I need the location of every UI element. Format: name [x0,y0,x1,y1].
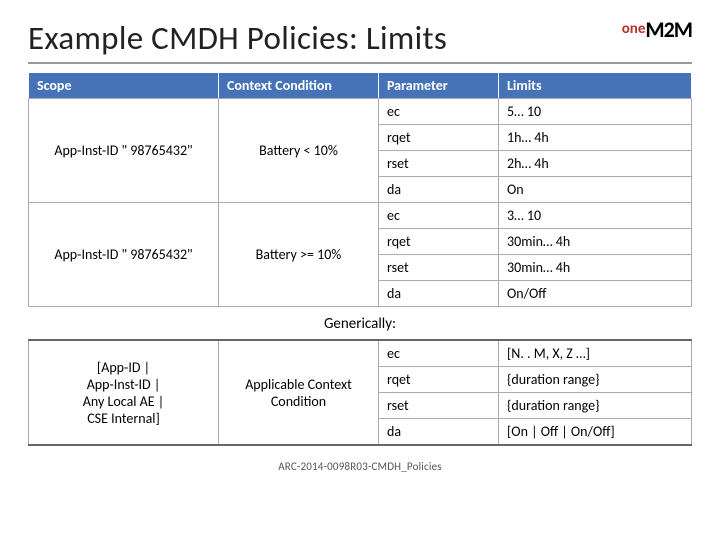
policies-table: Scope Context Condition Parameter Limits… [28,72,692,307]
generic-context-cell: Applicable Context Condition [219,340,379,445]
header-row: Scope Context Condition Parameter Limits [29,73,692,99]
param-cell: rset [379,393,499,419]
param-cell: rset [379,151,499,177]
limit-cell: 30min… 4h [499,229,692,255]
param-cell: rset [379,255,499,281]
param-cell: da [379,419,499,446]
limit-cell: [N. . M, X, Z …] [499,340,692,367]
limit-cell: 1h… 4h [499,125,692,151]
policies-body: App-Inst-ID " 98765432" Battery < 10% ec… [29,99,692,307]
scope-cell: App-Inst-ID " 98765432" [29,99,219,203]
limit-cell: {duration range} [499,393,692,419]
limit-cell: 3… 10 [499,203,692,229]
limit-cell: 2h… 4h [499,151,692,177]
context-cell: Battery >= 10% [219,203,379,307]
table-row: [App-ID | App-Inst-ID | Any Local AE | C… [29,340,692,367]
limit-cell: On/Off [499,281,692,307]
param-cell: rqet [379,229,499,255]
col-context: Context Condition [219,73,379,99]
title-row: Example CMDH Policies: Limits one M2M [28,18,692,64]
context-cell: Battery < 10% [219,99,379,203]
col-limits: Limits [499,73,692,99]
param-cell: ec [379,340,499,367]
generic-scope-cell: [App-ID | App-Inst-ID | Any Local AE | C… [29,340,219,445]
logo-m2m-text: M2M [645,20,692,40]
param-cell: da [379,281,499,307]
param-cell: ec [379,99,499,125]
generic-table: [App-ID | App-Inst-ID | Any Local AE | C… [28,339,692,446]
table-row: App-Inst-ID " 98765432" Battery < 10% ec… [29,99,692,125]
param-cell: da [379,177,499,203]
slide-title: Example CMDH Policies: Limits [28,18,447,58]
param-cell: ec [379,203,499,229]
generically-label: Generically: [28,315,692,333]
onem2m-logo: one M2M [622,20,692,40]
scope-cell: App-Inst-ID " 98765432" [29,203,219,307]
col-scope: Scope [29,73,219,99]
limit-cell: On [499,177,692,203]
param-cell: rqet [379,125,499,151]
param-cell: rqet [379,367,499,393]
table-row: App-Inst-ID " 98765432" Battery >= 10% e… [29,203,692,229]
limit-cell: 5… 10 [499,99,692,125]
limit-cell: [On | Off | On/Off] [499,419,692,446]
limit-cell: {duration range} [499,367,692,393]
logo-one-text: one [622,23,646,37]
limit-cell: 30min… 4h [499,255,692,281]
col-parameter: Parameter [379,73,499,99]
slide: Example CMDH Policies: Limits one M2M Sc… [0,0,720,483]
footer-text: ARC-2014-0098R03-CMDH_Policies [28,460,692,473]
